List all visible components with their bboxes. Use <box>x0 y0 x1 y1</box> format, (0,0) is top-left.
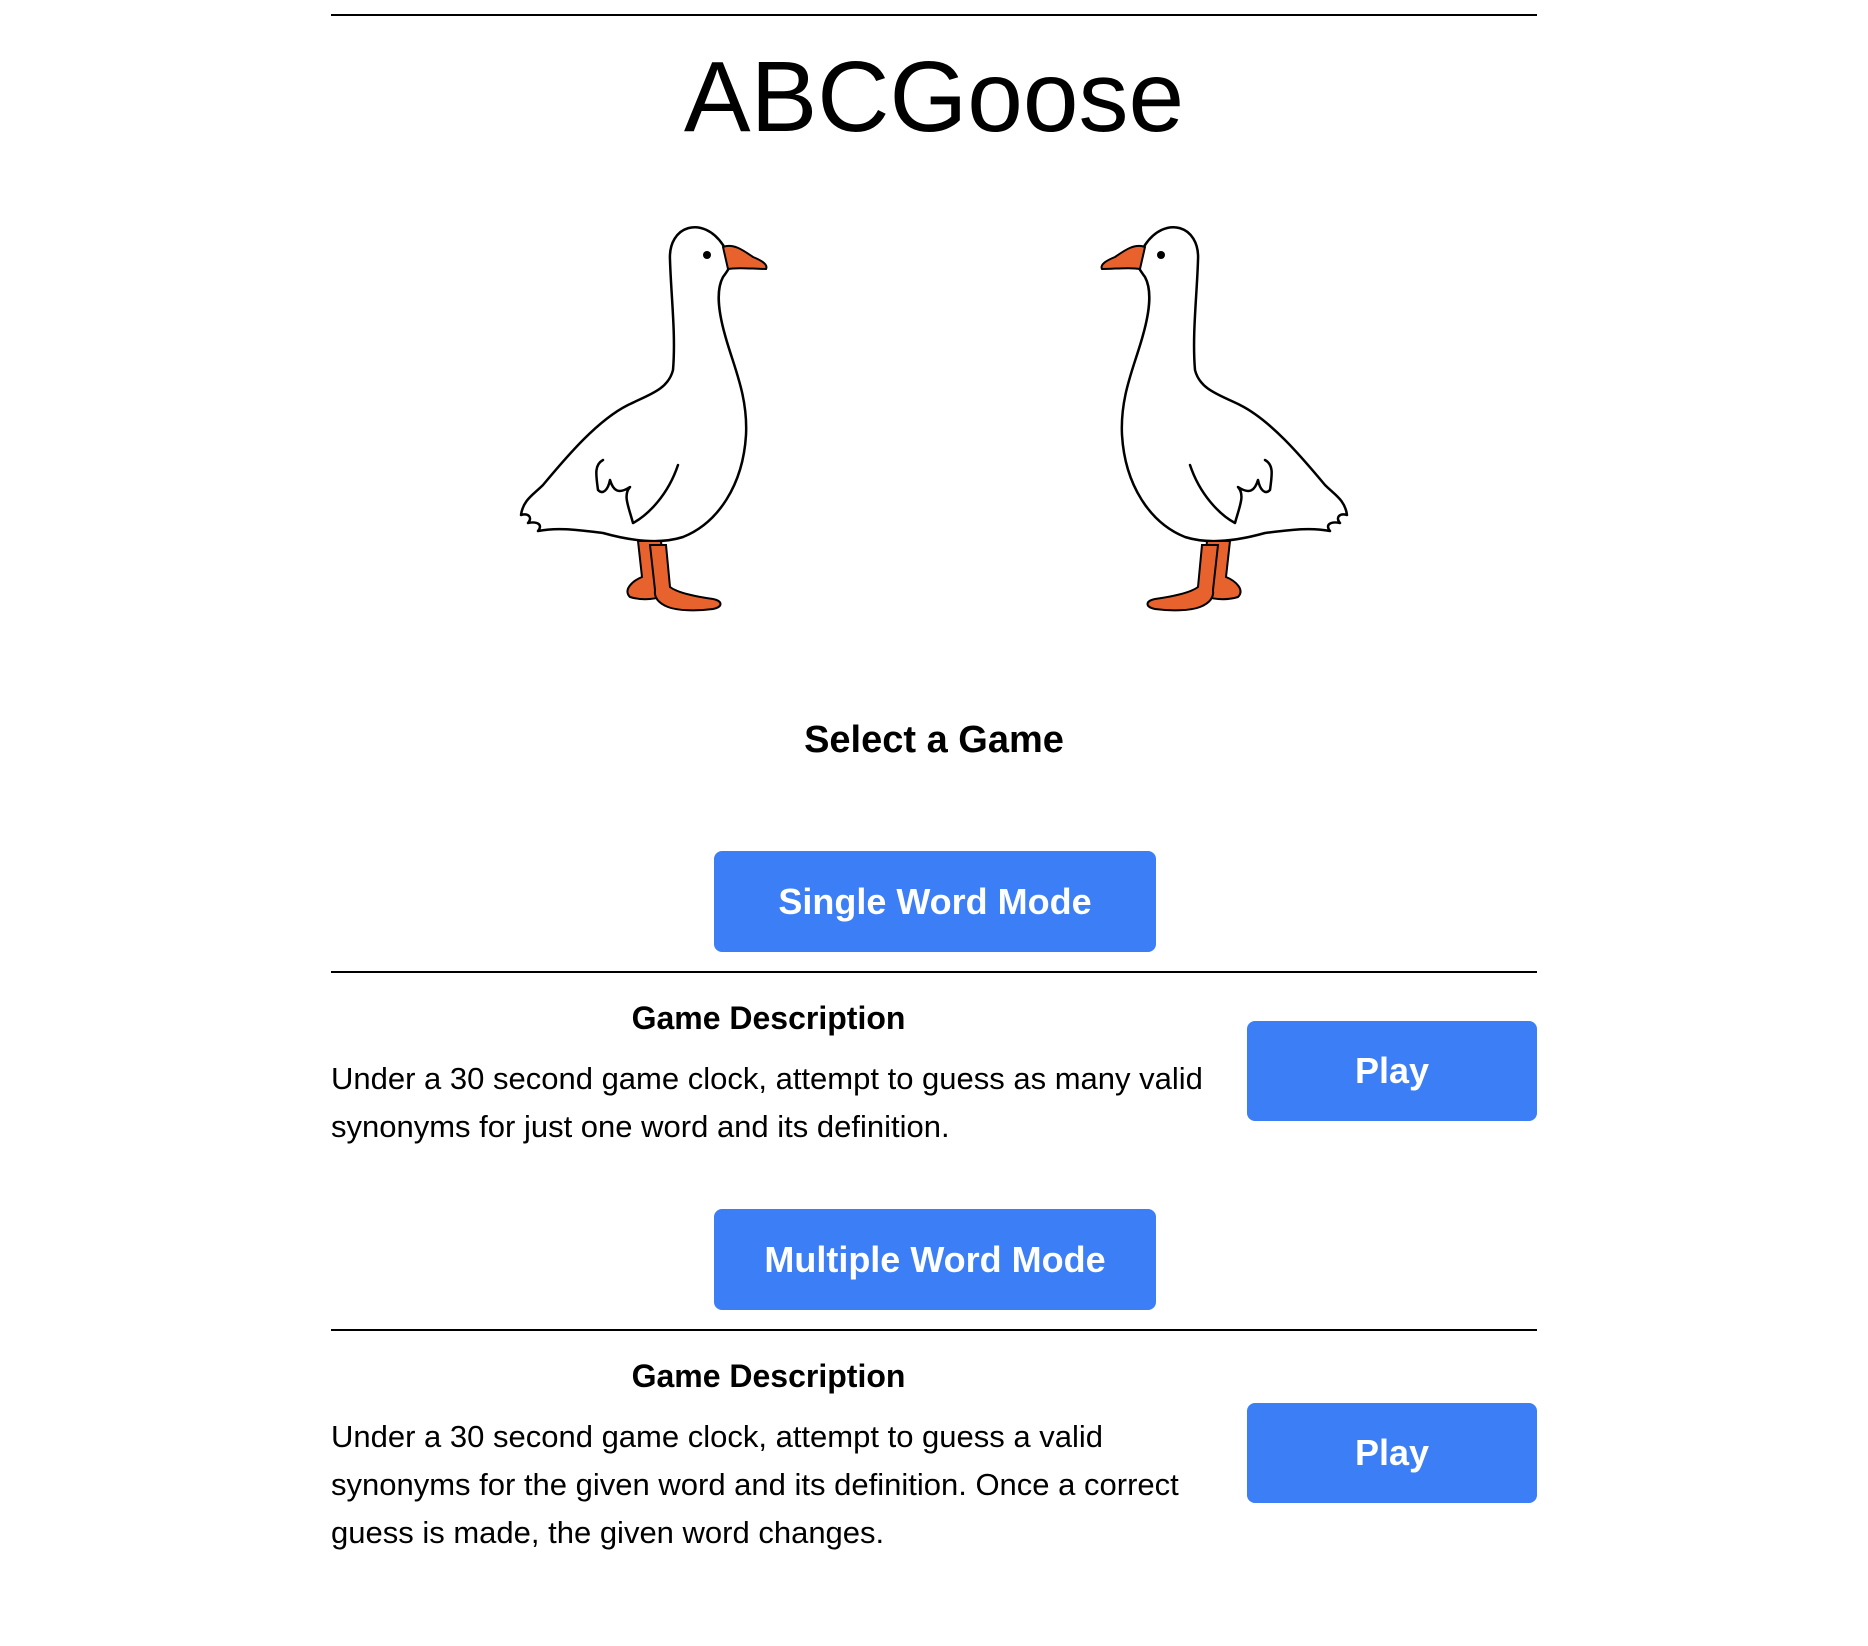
goose-icon <box>519 226 768 612</box>
goose-icon <box>1100 226 1349 612</box>
game-description-title: Game Description <box>631 1000 906 1036</box>
top-divider <box>331 14 1537 16</box>
single-word-mode-button[interactable]: Single Word Mode <box>714 851 1156 952</box>
play-multiple-word-button[interactable]: Play <box>1247 1403 1537 1503</box>
app-title: ABCGoose <box>683 41 1185 153</box>
game-description-text: Under a 30 second game clock, attempt to… <box>331 1419 1179 1550</box>
select-game-heading: Select a Game <box>804 719 1064 761</box>
divider <box>331 1329 1537 1331</box>
multiple-word-mode-button[interactable]: Multiple Word Mode <box>714 1209 1156 1310</box>
divider <box>331 971 1537 973</box>
play-single-word-button[interactable]: Play <box>1247 1021 1537 1121</box>
game-description-title: Game Description <box>631 1358 906 1394</box>
game-description-text: Under a 30 second game clock, attempt to… <box>331 1061 1203 1144</box>
